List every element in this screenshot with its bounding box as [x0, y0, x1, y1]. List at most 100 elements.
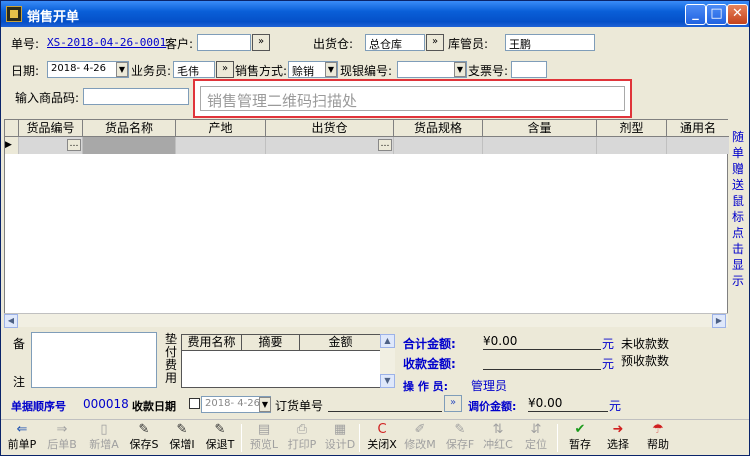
seq-value: 000018: [83, 397, 129, 411]
col-header-code[interactable]: 货品编号: [19, 120, 83, 137]
gift-side-link[interactable]: 随单赠送鼠标点击显示: [730, 129, 746, 289]
warehouse-input[interactable]: 总仓库: [365, 34, 425, 51]
print-button[interactable]: ⎙ 打印P: [283, 422, 321, 454]
save-disabled-button[interactable]: ✎ 保存F: [441, 422, 479, 454]
toolbar-button-label: 设计D: [324, 438, 356, 451]
fee-scroll-up-icon[interactable]: ▲: [380, 334, 395, 348]
scroll-right-icon[interactable]: ▶: [712, 314, 726, 328]
save-button[interactable]: ✎ 保存S: [125, 422, 163, 454]
code-ellipsis-button[interactable]: …: [67, 139, 81, 151]
save-new-button[interactable]: ✎ 保增I: [163, 422, 201, 454]
product-grid[interactable]: 货品编号 货品名称 产地 出货仓 货品规格 含量 剂型 通用名 ▶ … …: [4, 119, 729, 326]
new-doc-button[interactable]: ▯ 新增A: [85, 422, 123, 454]
row-indicator-icon: ▶: [5, 137, 19, 154]
select-button[interactable]: ➜ 选择: [599, 422, 637, 454]
col-header-dosage[interactable]: 剂型: [597, 120, 667, 137]
fee-table[interactable]: 费用名称 摘要 金额: [181, 334, 381, 388]
toolbar-button-label: 冲红C: [483, 438, 513, 451]
save-disabled-icon: ✎: [454, 422, 466, 437]
warehouse-picker-button[interactable]: »: [426, 34, 444, 51]
minimize-button[interactable]: _: [685, 4, 706, 25]
title-bar[interactable]: 销售开单 _ □ ✕: [1, 1, 749, 27]
fee-label: 垫付费用: [165, 332, 178, 385]
product-code-input[interactable]: [83, 88, 189, 105]
col-header-warehouse[interactable]: 出货仓: [266, 120, 394, 137]
keeper-input[interactable]: 王鹏: [505, 34, 595, 51]
received-input[interactable]: [483, 354, 601, 370]
sales-order-window: 销售开单 _ □ ✕ 单号: XS-2018-04-26-0001 客户: » …: [0, 0, 750, 456]
cell-warehouse[interactable]: …: [266, 137, 394, 154]
cell-generic-name[interactable]: [667, 137, 729, 154]
prepay-label: 预收款数: [621, 354, 670, 368]
col-header-origin[interactable]: 产地: [176, 120, 266, 137]
keeper-label: 库管员:: [448, 37, 489, 51]
qr-scan-input[interactable]: 销售管理二维码扫描处: [200, 86, 625, 111]
arrow-left-button[interactable]: ⇐ 前单P: [3, 422, 41, 454]
warehouse-ellipsis-button[interactable]: …: [378, 139, 392, 151]
salesman-label: 业务员:: [131, 64, 172, 78]
col-header-generic-name[interactable]: 通用名: [667, 120, 729, 137]
fee-scroll-down-icon[interactable]: ▼: [380, 374, 395, 388]
sale-method-label: 销售方式:: [235, 64, 288, 78]
grid-horizontal-scrollbar[interactable]: ◀ ▶: [4, 313, 728, 328]
arrow-right-button[interactable]: ⇒ 后单B: [43, 422, 81, 454]
date-dropdown-icon[interactable]: ▼: [116, 62, 128, 77]
maximize-button[interactable]: □: [706, 4, 727, 25]
locate-button[interactable]: ⇵ 定位: [517, 422, 555, 454]
remark-textarea[interactable]: [31, 332, 157, 388]
cell-name[interactable]: [83, 137, 176, 154]
close-button[interactable]: C 关闭X: [363, 422, 401, 454]
salesman-input[interactable]: 毛伟: [173, 61, 215, 78]
toolbar-button-label: 选择: [607, 438, 629, 451]
cash-no-label: 现银编号:: [340, 64, 393, 78]
design-button[interactable]: ▦ 设计D: [321, 422, 359, 454]
toolbar-button-label: 打印P: [287, 438, 317, 451]
help-button[interactable]: ☂ 帮助: [639, 422, 677, 454]
scroll-left-icon[interactable]: ◀: [4, 314, 18, 328]
app-icon: [6, 6, 22, 22]
save-exit-button[interactable]: ✎ 保退T: [201, 422, 239, 454]
total-label: 合计金额:: [403, 337, 456, 351]
date-label: 日期:: [11, 64, 40, 78]
received-label: 收款金额:: [403, 357, 456, 371]
fee-col-summary: 摘要: [242, 335, 300, 351]
row-indicator-header: [5, 120, 19, 137]
sale-method-dropdown-icon[interactable]: ▼: [325, 62, 337, 77]
preview-button[interactable]: ▤ 预览L: [245, 422, 283, 454]
cell-dosage[interactable]: [597, 137, 667, 154]
toolbar-button-label: 定位: [525, 438, 547, 451]
order-no-label: 单号:: [11, 37, 40, 51]
temp-save-button[interactable]: ✔ 暂存: [561, 422, 599, 454]
customer-input[interactable]: [197, 34, 251, 51]
check-no-input[interactable]: [511, 61, 547, 78]
order-ref-input[interactable]: [328, 396, 442, 412]
cell-code[interactable]: …: [19, 137, 83, 154]
toolbar-separator: [241, 424, 242, 452]
product-code-label: 输入商品码:: [15, 91, 80, 105]
cash-no-dropdown-icon[interactable]: ▼: [454, 62, 466, 77]
receive-date-checkbox[interactable]: [189, 398, 200, 409]
table-row[interactable]: ▶ … …: [5, 137, 729, 154]
cell-content[interactable]: [483, 137, 597, 154]
customer-picker-button[interactable]: »: [252, 34, 270, 51]
arrow-left-icon: ⇐: [16, 422, 28, 437]
reverse-button[interactable]: ⇅ 冲红C: [479, 422, 517, 454]
close-icon: C: [377, 422, 387, 437]
edit-button[interactable]: ✐ 修改M: [401, 422, 439, 454]
fee-vertical-scrollbar[interactable]: ▲ ▼: [380, 334, 395, 388]
col-header-spec[interactable]: 货品规格: [394, 120, 483, 137]
col-header-name[interactable]: 货品名称: [83, 120, 176, 137]
toolbar-button-label: 保存F: [445, 438, 475, 451]
locate-icon: ⇵: [530, 422, 542, 437]
preview-icon: ▤: [257, 422, 271, 437]
edit-icon: ✐: [414, 422, 426, 437]
close-window-button[interactable]: ✕: [727, 4, 748, 25]
col-header-content[interactable]: 含量: [483, 120, 597, 137]
order-ref-picker-button[interactable]: »: [444, 395, 462, 412]
cell-spec[interactable]: [394, 137, 483, 154]
cell-origin[interactable]: [176, 137, 266, 154]
toolbar-button-label: 帮助: [647, 438, 669, 451]
salesman-picker-button[interactable]: »: [216, 61, 234, 78]
receive-date-dropdown-icon[interactable]: ▼: [259, 397, 271, 412]
toolbar-button-label: 后单B: [47, 438, 77, 451]
